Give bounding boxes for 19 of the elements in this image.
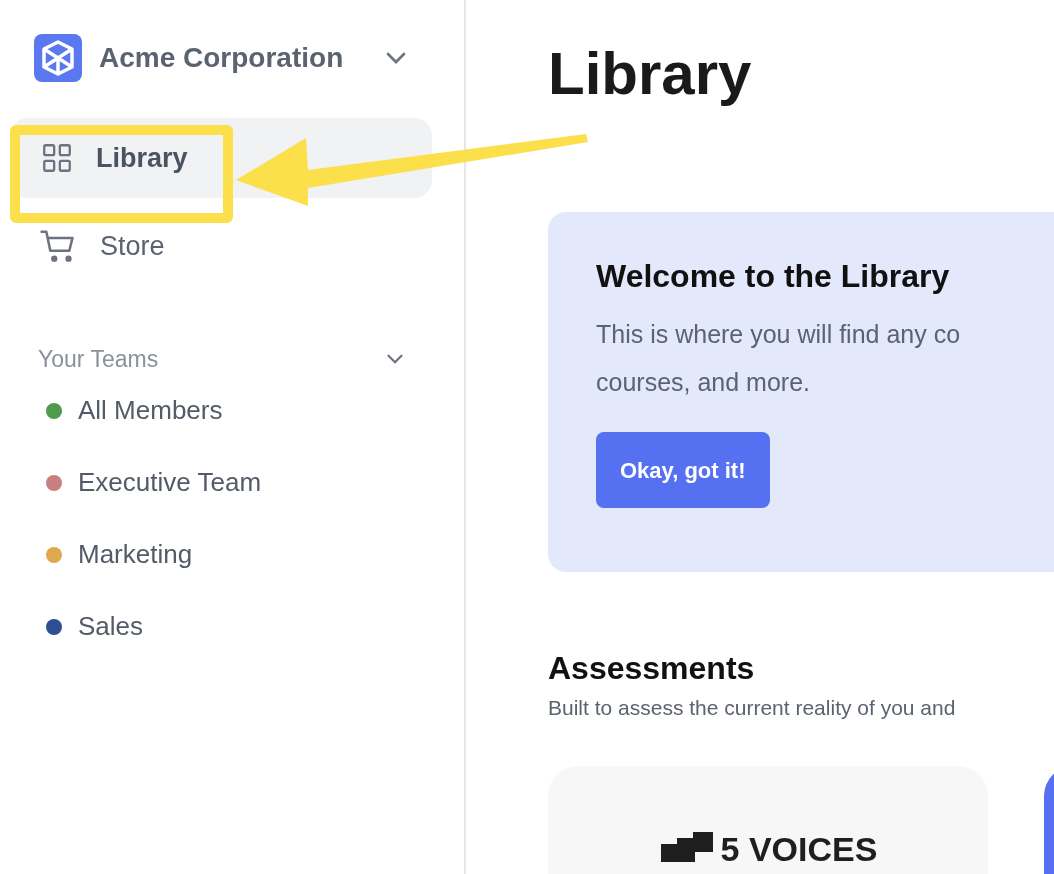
team-link[interactable]: All Members xyxy=(78,391,223,430)
grid-icon xyxy=(40,141,74,175)
team-link[interactable]: Executive Team xyxy=(78,463,262,502)
team-link[interactable]: Sales xyxy=(78,607,144,646)
welcome-text: courses, and more. xyxy=(596,367,811,398)
section-subtitle: Built to assess the current reality of you and xyxy=(548,695,957,721)
welcome-text: This is where you will find any co xyxy=(596,319,962,350)
section-title: Assessments xyxy=(548,649,756,688)
sidebar-nav-item[interactable]: Store xyxy=(10,206,432,286)
organization-name[interactable]: Acme Corporation xyxy=(99,37,344,79)
card-logo-text: 5 VOICES xyxy=(720,831,878,866)
assessment-card[interactable]: 5 VOICES xyxy=(548,765,988,874)
welcome-title: Welcome to the Library xyxy=(596,257,951,296)
teams-heading: Your Teams xyxy=(38,345,159,374)
team-link[interactable]: Marketing xyxy=(78,535,193,574)
page-title: Library xyxy=(548,44,753,104)
speech-bubbles-icon xyxy=(658,831,715,862)
okay-button[interactable]: Okay, got it! xyxy=(596,432,770,508)
cube-logo-icon xyxy=(34,34,82,82)
